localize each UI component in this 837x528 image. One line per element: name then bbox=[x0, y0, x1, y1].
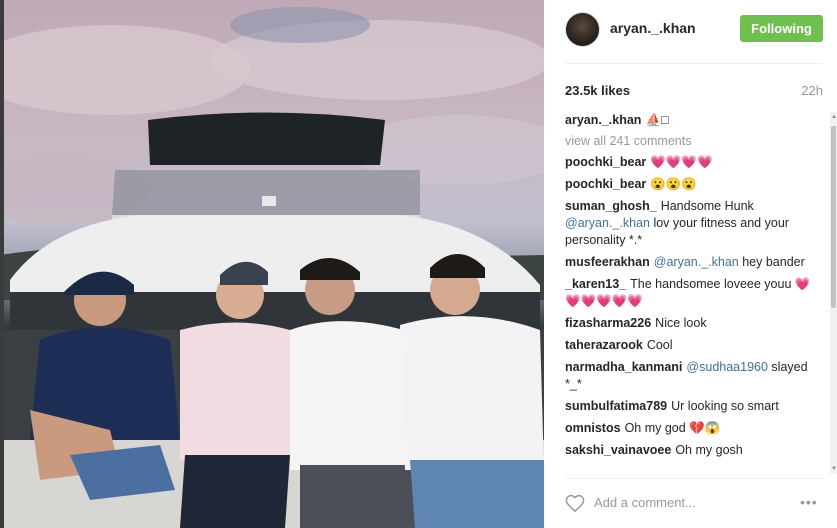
heart-icon[interactable] bbox=[565, 494, 585, 512]
more-options-icon[interactable]: ••• bbox=[800, 494, 818, 510]
comment-text: 💗💗💗💗 bbox=[650, 155, 713, 169]
comment-item: taherazarook Cool bbox=[565, 337, 823, 354]
caption-username[interactable]: aryan._.khan bbox=[565, 113, 641, 127]
comment-username[interactable]: omnistos bbox=[565, 421, 621, 435]
comment-username[interactable]: poochki_bear bbox=[565, 155, 646, 169]
comment-item: sumbulfatima789 Ur looking so smart bbox=[565, 398, 823, 415]
comment-item: sakshi_vainavoee Oh my gosh bbox=[565, 442, 823, 459]
view-all-comments-link[interactable]: view all 241 comments bbox=[565, 134, 823, 148]
following-button[interactable]: Following bbox=[740, 15, 823, 42]
scroll-down-arrow-icon[interactable]: ▼ bbox=[831, 466, 837, 472]
scroll-up-arrow-icon[interactable]: ▲ bbox=[831, 114, 837, 120]
comment-text: Cool bbox=[646, 338, 673, 352]
comment-item: poochki_bear 💗💗💗💗 bbox=[565, 154, 823, 171]
scrollbar-thumb[interactable] bbox=[831, 126, 836, 308]
comment-text-rest: hey bander bbox=[738, 255, 805, 269]
post-photo bbox=[0, 0, 544, 528]
comment-item: narmadha_kanmani @sudhaa1960 slayed *_* bbox=[565, 359, 823, 393]
comment-text: Oh my gosh bbox=[675, 443, 743, 457]
comment-item: omnistos Oh my god 💔😱 bbox=[565, 420, 823, 437]
post-header: aryan._.khan Following bbox=[544, 0, 837, 58]
comment-mention-link[interactable]: @aryan._.khan bbox=[654, 255, 739, 269]
comment-text: Handsome Hunk bbox=[660, 199, 754, 213]
comment-text: Nice look bbox=[655, 316, 707, 330]
avatar[interactable] bbox=[565, 12, 600, 47]
comment-username[interactable]: sakshi_vainavoee bbox=[565, 443, 671, 457]
comment-item: _karen13_ The handsomee loveee youu 💗💗💗💗💗… bbox=[565, 276, 823, 310]
comment-text: 😮😮😮 bbox=[650, 177, 697, 191]
header-divider bbox=[565, 63, 823, 64]
likes-count[interactable]: 23.5k likes bbox=[565, 83, 630, 98]
comment-username[interactable]: taherazarook bbox=[565, 338, 643, 352]
add-comment-input[interactable] bbox=[594, 491, 794, 513]
comment-mention-link[interactable]: @sudhaa1960 bbox=[686, 360, 768, 374]
username-link[interactable]: aryan._.khan bbox=[610, 20, 696, 36]
comment-item: poochki_bear 😮😮😮 bbox=[565, 176, 823, 193]
comment-username[interactable]: musfeerakhan bbox=[565, 255, 650, 269]
comment-item: suman_ghosh_ Handsome Hunk @aryan._.khan … bbox=[565, 198, 823, 249]
comments-scrollbar[interactable]: ▲ ▼ bbox=[830, 112, 837, 474]
comment-text: Oh my god 💔😱 bbox=[624, 421, 721, 435]
post-details-panel: aryan._.khan Following 23.5k likes 22h a… bbox=[544, 0, 837, 528]
comment-item: musfeerakhan @aryan._.khan hey bander bbox=[565, 254, 823, 271]
comment-username[interactable]: _karen13_ bbox=[565, 277, 626, 291]
comment-username[interactable]: suman_ghosh_ bbox=[565, 199, 657, 213]
yacht-scene-illustration bbox=[0, 7, 544, 528]
photo-left-border bbox=[0, 0, 4, 528]
post-time[interactable]: 22h bbox=[801, 83, 823, 98]
caption: aryan._.khan ⛵□ bbox=[565, 112, 823, 129]
comment-text: Ur looking so smart bbox=[671, 399, 779, 413]
comment-username[interactable]: poochki_bear bbox=[565, 177, 646, 191]
comment-mention-link[interactable]: @aryan._.khan bbox=[565, 216, 650, 230]
comment-username[interactable]: sumbulfatima789 bbox=[565, 399, 667, 413]
footer-divider bbox=[565, 478, 823, 479]
comment-username[interactable]: fizasharma226 bbox=[565, 316, 651, 330]
comments-list[interactable]: aryan._.khan ⛵□ view all 241 comments poo… bbox=[565, 112, 823, 474]
comment-item: fizasharma226 Nice look bbox=[565, 315, 823, 332]
caption-text: ⛵□ bbox=[645, 113, 669, 127]
comment-username[interactable]: narmadha_kanmani bbox=[565, 360, 682, 374]
